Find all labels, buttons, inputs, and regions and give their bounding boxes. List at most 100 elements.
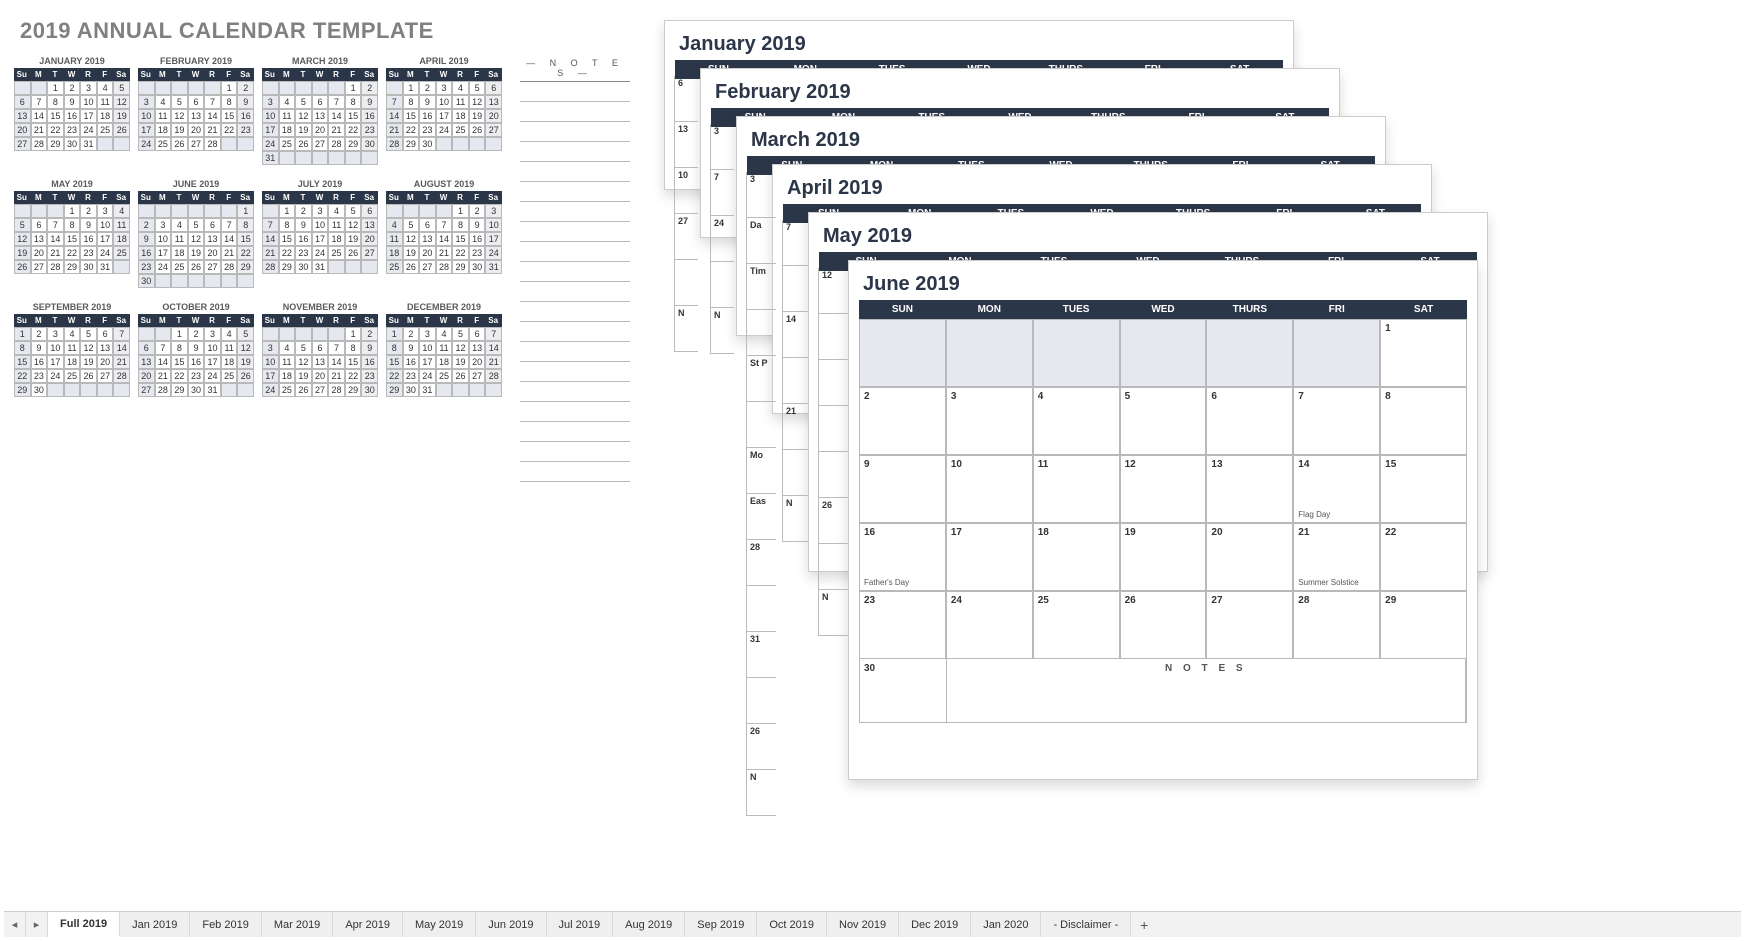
mini-day: 6	[31, 218, 48, 232]
mini-day: 6	[312, 95, 329, 109]
mini-day: 13	[97, 341, 114, 355]
peek-text: 3	[714, 126, 719, 136]
mini-month-title: MARCH 2019	[262, 56, 378, 66]
mini-day	[295, 81, 312, 95]
tab-nav-next-icon[interactable]: ▸	[26, 912, 48, 937]
mini-day: 15	[452, 232, 469, 246]
mini-day: 22	[403, 123, 420, 137]
mini-day: 22	[47, 123, 64, 137]
mini-day: 24	[312, 246, 329, 260]
mini-day: 25	[279, 137, 296, 151]
sheet-tab[interactable]: Full 2019	[48, 912, 120, 937]
mini-day: 21	[47, 246, 64, 260]
mini-day: 16	[361, 109, 378, 123]
sheet-tab[interactable]: Oct 2019	[757, 912, 827, 937]
mini-day	[188, 81, 205, 95]
mini-day: 2	[237, 81, 254, 95]
mini-day: 30	[419, 137, 436, 151]
peek-cell: 7	[782, 220, 808, 266]
sheet-tab[interactable]: Sep 2019	[685, 912, 757, 937]
june-day-cell: 25	[1033, 591, 1120, 659]
mini-day: 26	[469, 123, 486, 137]
mini-day: 15	[171, 355, 188, 369]
mini-month-grid: SuMTWRFSa1234567891011121314151617181920…	[138, 314, 254, 397]
mini-day: 30	[188, 383, 205, 397]
mini-month-title: JULY 2019	[262, 179, 378, 189]
sheet-tab[interactable]: Aug 2019	[613, 912, 685, 937]
mini-day: 6	[188, 95, 205, 109]
mini-day: 30	[295, 260, 312, 274]
mini-day	[204, 204, 221, 218]
mini-day: 21	[113, 355, 130, 369]
mini-dow: M	[403, 314, 420, 327]
notes-line	[520, 322, 630, 342]
june-day-number: 22	[1385, 527, 1462, 538]
mini-day: 27	[469, 369, 486, 383]
mini-day: 22	[386, 369, 403, 383]
mini-day: 4	[64, 327, 81, 341]
tab-nav-prev-icon[interactable]: ◂	[4, 912, 26, 937]
mini-day: 18	[452, 109, 469, 123]
mini-day: 22	[452, 246, 469, 260]
notes-line	[520, 162, 630, 182]
mini-day: 23	[64, 123, 81, 137]
mini-day: 3	[262, 341, 279, 355]
mini-dow: W	[436, 314, 453, 327]
sheet-tab[interactable]: May 2019	[403, 912, 476, 937]
sheet-tab[interactable]: Nov 2019	[827, 912, 899, 937]
mini-dow: Su	[14, 314, 31, 327]
add-sheet-button[interactable]: +	[1131, 917, 1157, 933]
mini-day: 18	[113, 232, 130, 246]
notes-line	[520, 122, 630, 142]
june-day-cell: 16Father's Day	[859, 523, 946, 591]
mini-day: 15	[237, 232, 254, 246]
notes-line	[520, 362, 630, 382]
peek-text: Mo	[750, 450, 763, 460]
peek-cell: 7	[710, 170, 734, 216]
mini-day: 12	[171, 109, 188, 123]
mini-day: 31	[419, 383, 436, 397]
mini-day: 31	[485, 260, 502, 274]
mini-day	[485, 137, 502, 151]
peek-cell	[782, 266, 808, 312]
mini-day: 27	[204, 260, 221, 274]
peek-text: 24	[714, 218, 724, 228]
mini-day: 19	[14, 246, 31, 260]
mini-day: 1	[47, 81, 64, 95]
mini-day: 22	[64, 246, 81, 260]
mini-day: 27	[31, 260, 48, 274]
mini-dow: Su	[262, 68, 279, 81]
peek-text: Da	[750, 220, 762, 230]
sheet-tab[interactable]: Dec 2019	[899, 912, 971, 937]
mini-day: 7	[113, 327, 130, 341]
sheet-tab[interactable]: Mar 2019	[262, 912, 333, 937]
mini-day: 14	[262, 232, 279, 246]
june-day-cell: 27	[1206, 591, 1293, 659]
notes-header: — N O T E S —	[520, 56, 630, 82]
notes-line	[520, 382, 630, 402]
mini-day: 21	[31, 123, 48, 137]
mini-day: 22	[345, 123, 362, 137]
notes-line	[520, 402, 630, 422]
mini-day	[113, 137, 130, 151]
mini-dow: Su	[386, 68, 403, 81]
mini-day: 28	[47, 260, 64, 274]
mini-day: 5	[295, 341, 312, 355]
sheet-tab[interactable]: Jan 2020	[971, 912, 1041, 937]
peek-text: N	[822, 592, 829, 602]
peek-cell: Mo	[746, 448, 776, 494]
sheet-tab[interactable]: Apr 2019	[333, 912, 403, 937]
sheet-tab[interactable]: - Disclaimer -	[1041, 912, 1131, 937]
sheet-tab[interactable]: Jul 2019	[547, 912, 614, 937]
mini-day: 24	[419, 369, 436, 383]
sheet-tab[interactable]: Jan 2019	[120, 912, 190, 937]
sheet-tab[interactable]: Jun 2019	[476, 912, 546, 937]
sheet-tab[interactable]: Feb 2019	[190, 912, 261, 937]
mini-day: 9	[80, 218, 97, 232]
peek-cell	[746, 678, 776, 724]
june-day-number: 20	[1211, 527, 1288, 538]
peek-cell	[782, 358, 808, 404]
mini-day: 22	[171, 369, 188, 383]
june-day-cell	[1120, 319, 1207, 387]
mini-day: 21	[204, 123, 221, 137]
